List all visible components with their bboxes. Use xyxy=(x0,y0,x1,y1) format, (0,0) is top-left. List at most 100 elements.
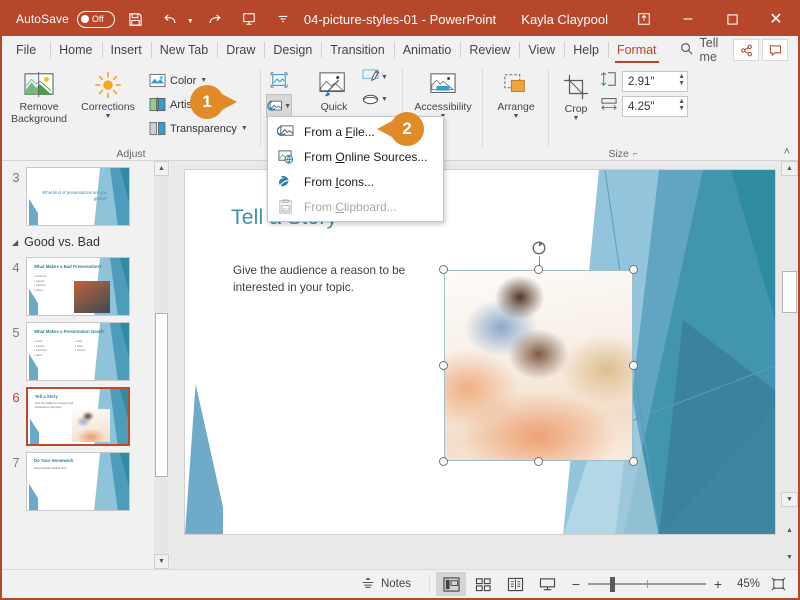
thumbnail-slide-4[interactable]: What Makes a Bad Presentation? ▪ ▪▪▪▪▪▪▪… xyxy=(26,257,130,316)
share-icon[interactable] xyxy=(733,39,759,61)
picture-image[interactable] xyxy=(444,270,633,461)
normal-view-button[interactable] xyxy=(436,572,466,596)
minimize-button[interactable]: – xyxy=(666,2,710,36)
menu-item-from-icons[interactable]: From Icons... xyxy=(268,169,443,194)
tell-me-search[interactable]: Tell me xyxy=(666,36,733,64)
thumbnail-row-7[interactable]: 7 Do Your Homework Some prework needed h… xyxy=(2,446,154,511)
arrange-button[interactable]: Arrange ▼ xyxy=(488,67,544,122)
picture-border-dropdown-icon[interactable]: ▼ xyxy=(381,74,388,81)
resize-handle-bottom-right[interactable] xyxy=(629,457,638,466)
tab-format[interactable]: Format xyxy=(607,36,666,64)
slide-sorter-view-button[interactable] xyxy=(468,572,498,596)
thumb-scroll-down-arrow[interactable]: ▼ xyxy=(154,554,169,569)
user-account-name[interactable]: Kayla Claypool xyxy=(521,12,608,27)
thumbnail-slide-7[interactable]: Do Your Homework Some prework needed her… xyxy=(26,452,130,511)
transparency-button[interactable]: Transparency ▼ xyxy=(146,117,252,140)
tab-insert[interactable]: Insert xyxy=(101,36,151,64)
tab-view[interactable]: View xyxy=(519,36,564,64)
thumbnail-slide-3[interactable]: What kind of presentations are you givin… xyxy=(26,167,130,226)
thumbnail-row-3[interactable]: 3 What kind of presentations are you giv… xyxy=(2,161,154,226)
shape-height-input[interactable]: 2.91" ▲ ▼ xyxy=(622,71,688,92)
crop-dropdown-icon[interactable]: ▼ xyxy=(573,115,580,122)
slide-body-text[interactable]: Give the audience a reason to be interes… xyxy=(233,263,433,297)
redo-icon[interactable] xyxy=(202,6,228,32)
resize-handle-top-center[interactable] xyxy=(533,265,543,274)
zoom-control[interactable]: − + 45% xyxy=(570,573,790,595)
undo-dropdown-icon[interactable]: ▼ xyxy=(187,18,194,25)
slide-thumbnail-pane[interactable]: 3 What kind of presentations are you giv… xyxy=(2,161,154,569)
change-picture-dropdown-icon[interactable]: ▼ xyxy=(284,103,291,110)
quick-styles-button[interactable]: Quick xyxy=(306,67,362,115)
tab-review[interactable]: Review xyxy=(460,36,519,64)
resize-handle-top-left[interactable] xyxy=(439,265,448,274)
section-header-good-vs-bad[interactable]: ◢ Good vs. Bad xyxy=(2,226,154,251)
reset-picture-icon[interactable] xyxy=(266,68,292,92)
menu-item-from-online-sources[interactable]: From Online Sources... xyxy=(268,144,443,169)
resize-handle-middle-right[interactable] xyxy=(629,360,638,370)
thumbnail-slide-6[interactable]: Tell a Story Give the audience a reason … xyxy=(26,387,130,446)
resize-handle-bottom-left[interactable] xyxy=(439,457,448,466)
tab-animations[interactable]: Animatio xyxy=(393,36,461,64)
slide-show-button[interactable] xyxy=(532,572,562,596)
tab-help[interactable]: Help xyxy=(564,36,608,64)
tab-draw[interactable]: Draw xyxy=(217,36,264,64)
fit-slide-to-window-button[interactable] xyxy=(766,573,790,595)
resize-handle-middle-left[interactable] xyxy=(439,360,448,370)
reading-view-button[interactable] xyxy=(500,572,530,596)
section-collapse-icon[interactable]: ◢ xyxy=(12,238,18,247)
tab-design[interactable]: Design xyxy=(264,36,321,64)
arrange-dropdown-icon[interactable]: ▼ xyxy=(513,113,520,120)
slide-scroll-up-arrow[interactable]: ▲ xyxy=(781,161,798,176)
tab-new-tab[interactable]: New Tab xyxy=(150,36,217,64)
resize-handle-bottom-center[interactable] xyxy=(533,457,543,466)
change-picture-button[interactable]: ▼ xyxy=(266,94,292,118)
slide-editing-area[interactable]: Tell a Story Give the audience a reason … xyxy=(170,161,781,569)
picture-effects-button[interactable]: ▼ xyxy=(362,91,388,107)
accessibility-button[interactable]: Accessibility ▼ xyxy=(408,67,478,122)
comments-icon[interactable] xyxy=(762,39,788,61)
tab-home[interactable]: Home xyxy=(50,36,101,64)
start-presentation-icon[interactable] xyxy=(236,6,262,32)
shape-height-spinner[interactable]: ▲ ▼ xyxy=(678,73,685,87)
picture-effects-dropdown-icon[interactable]: ▼ xyxy=(381,96,388,103)
thumbnail-slide-5[interactable]: What Makes a Presentation Good? ▪ ▪▪▪▪▪▪… xyxy=(26,322,130,381)
corrections-dropdown-icon[interactable]: ▼ xyxy=(105,113,112,120)
thumbnail-row-6[interactable]: 6 Tell a Story Give the audience a reaso… xyxy=(2,381,154,446)
ribbon-display-options-icon[interactable] xyxy=(622,2,666,36)
thumb-scroll-up-arrow[interactable]: ▲ xyxy=(154,161,169,176)
slide-scroll-track[interactable] xyxy=(781,161,798,569)
slide-scroll-down-arrow[interactable]: ▼ xyxy=(781,492,798,507)
save-icon[interactable] xyxy=(123,6,149,32)
color-dropdown-icon[interactable]: ▼ xyxy=(200,77,207,84)
previous-slide-button[interactable]: ▲ xyxy=(781,523,798,538)
remove-background-button[interactable]: Remove Background xyxy=(8,67,70,128)
zoom-in-button[interactable]: + xyxy=(712,576,724,592)
next-slide-button[interactable]: ▼ xyxy=(781,550,798,565)
tab-file[interactable]: File xyxy=(2,36,50,64)
thumb-scroll-thumb[interactable] xyxy=(155,313,168,477)
selected-picture[interactable] xyxy=(439,241,638,466)
resize-handle-top-right[interactable] xyxy=(629,265,638,274)
autosave-toggle[interactable]: Off xyxy=(76,10,115,28)
thumbnail-row-5[interactable]: 5 What Makes a Presentation Good? ▪ ▪▪▪▪… xyxy=(2,316,154,381)
zoom-slider-knob[interactable] xyxy=(610,576,615,592)
undo-icon[interactable] xyxy=(157,6,183,32)
slide-area-scrollbar[interactable]: ▲ ▼ ▲ ▼ xyxy=(781,161,798,569)
crop-button[interactable]: Crop ▼ xyxy=(554,69,598,124)
corrections-button[interactable]: Corrections ▼ xyxy=(72,67,144,122)
collapse-ribbon-icon[interactable]: ˄ xyxy=(784,146,790,158)
customize-qat-icon[interactable] xyxy=(270,6,296,32)
shape-width-spinner[interactable]: ▲ ▼ xyxy=(678,98,685,112)
tab-transitions[interactable]: Transition xyxy=(321,36,393,64)
thumbnail-row-4[interactable]: 4 What Makes a Bad Presentation? ▪ ▪▪▪▪▪… xyxy=(2,251,154,316)
zoom-out-button[interactable]: − xyxy=(570,576,582,592)
size-dialog-launcher-icon[interactable]: ⌐ xyxy=(633,149,638,158)
thumbnail-pane-scrollbar[interactable]: ▲ ▼ xyxy=(154,161,169,569)
close-button[interactable]: ✕ xyxy=(754,2,798,36)
rotate-handle[interactable] xyxy=(531,240,547,256)
slide-scroll-thumb[interactable] xyxy=(782,271,797,313)
picture-border-button[interactable]: ▼ xyxy=(362,69,388,85)
maximize-button[interactable] xyxy=(710,2,754,36)
zoom-level-label[interactable]: 45% xyxy=(730,578,760,590)
shape-width-input[interactable]: 4.25" ▲ ▼ xyxy=(622,96,688,117)
